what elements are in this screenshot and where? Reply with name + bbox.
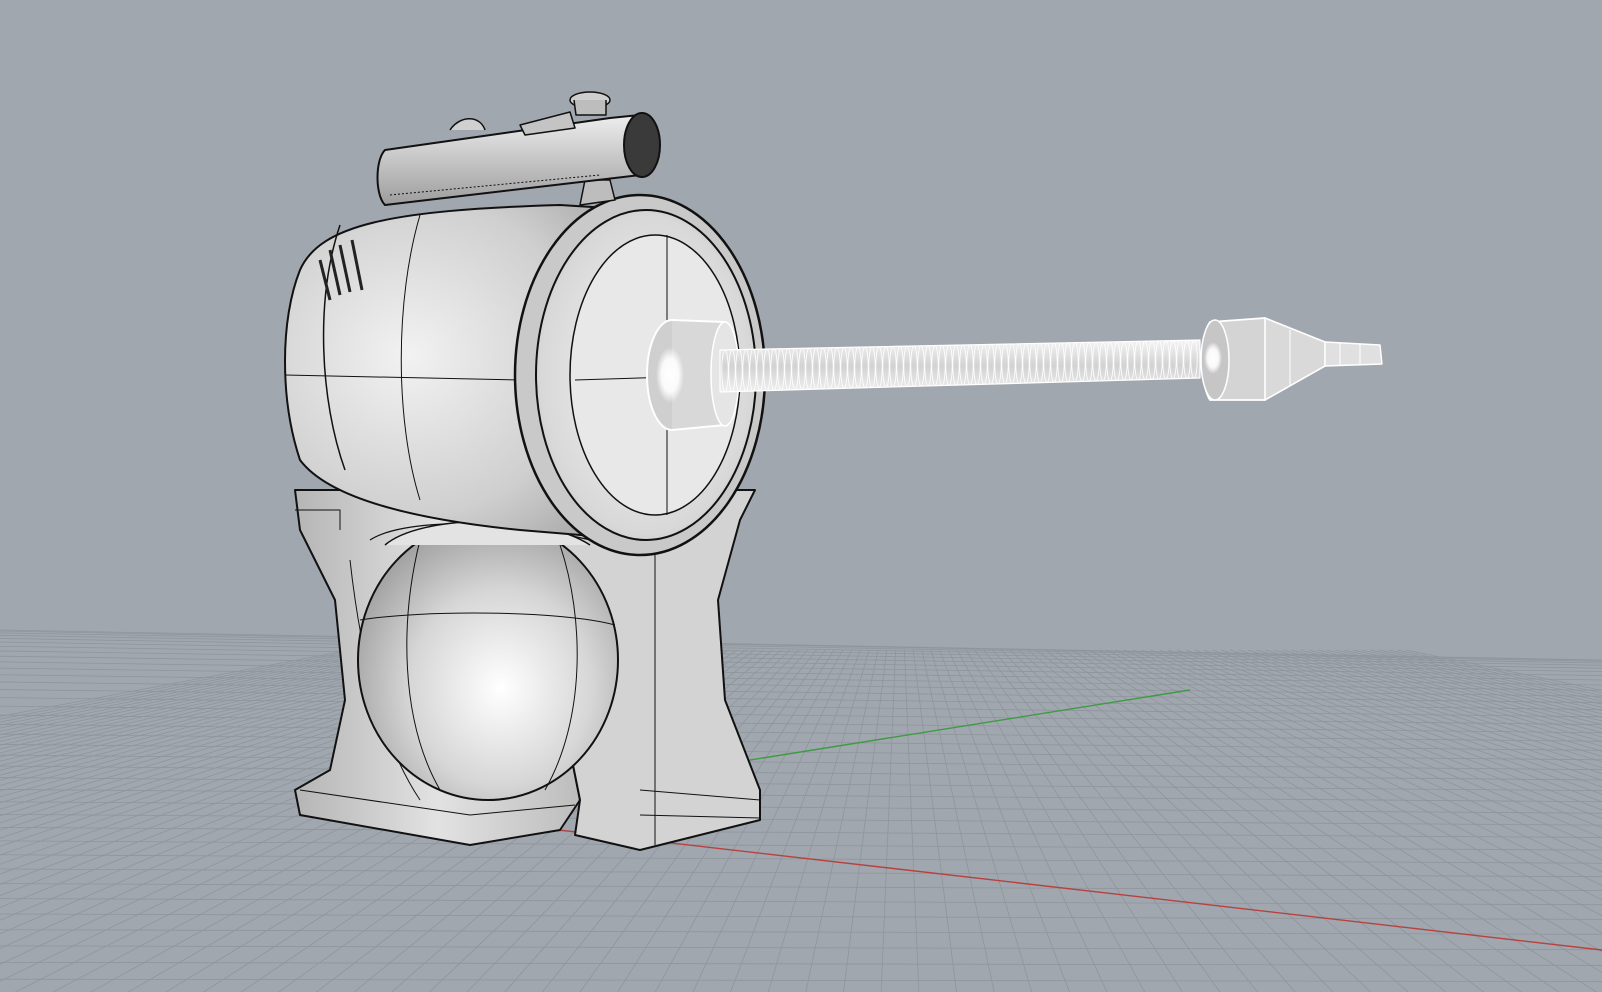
grid-line xyxy=(0,765,1602,781)
nozzle-cone[interactable] xyxy=(1264,317,1326,401)
grid-line xyxy=(0,674,1602,697)
grid-line xyxy=(1265,649,1602,747)
grid-line xyxy=(1221,649,1602,775)
grid-line xyxy=(1027,649,1447,992)
nozzle-collar[interactable] xyxy=(1200,317,1274,401)
grid-line xyxy=(1133,649,1602,861)
grid-line xyxy=(0,733,1602,751)
grid-line xyxy=(1238,649,1602,763)
grid-line xyxy=(880,649,896,992)
nozzle-tip[interactable] xyxy=(1324,341,1383,367)
grid-line xyxy=(1273,649,1602,742)
x-axis-line xyxy=(514,824,1602,951)
model[interactable] xyxy=(284,91,767,851)
grid-line xyxy=(1115,649,1602,886)
flexible-hose[interactable] xyxy=(719,339,1201,393)
construction-grid xyxy=(0,629,1602,992)
grid-line xyxy=(0,929,1602,935)
grid-line xyxy=(0,913,1602,920)
grid-line xyxy=(0,840,1602,851)
grid-line xyxy=(843,649,888,992)
grid-line xyxy=(0,978,1602,982)
grid-line xyxy=(1317,649,1602,722)
grid-line xyxy=(0,961,1602,966)
grid-line xyxy=(1282,649,1602,738)
spherical-tank[interactable] xyxy=(357,519,619,801)
viewport-canvas[interactable] xyxy=(0,0,1602,992)
grid-line xyxy=(1300,649,1602,730)
grid-line xyxy=(1141,649,1602,849)
grid-line xyxy=(0,827,1602,838)
grid-line xyxy=(1291,649,1602,734)
top-scope[interactable] xyxy=(376,111,661,206)
grid-line xyxy=(1036,649,1485,992)
grid-line xyxy=(1009,649,1372,992)
grid-line xyxy=(805,649,879,992)
grid-line xyxy=(0,868,1602,878)
perspective-viewport[interactable] xyxy=(0,0,1602,992)
grid-line xyxy=(1018,649,1409,992)
grid-line xyxy=(0,883,1602,891)
grid-line xyxy=(1212,649,1602,781)
grid-line xyxy=(1106,649,1602,901)
grid-line xyxy=(1203,649,1602,788)
top-knob[interactable] xyxy=(569,91,611,116)
grid-line xyxy=(0,898,1602,906)
